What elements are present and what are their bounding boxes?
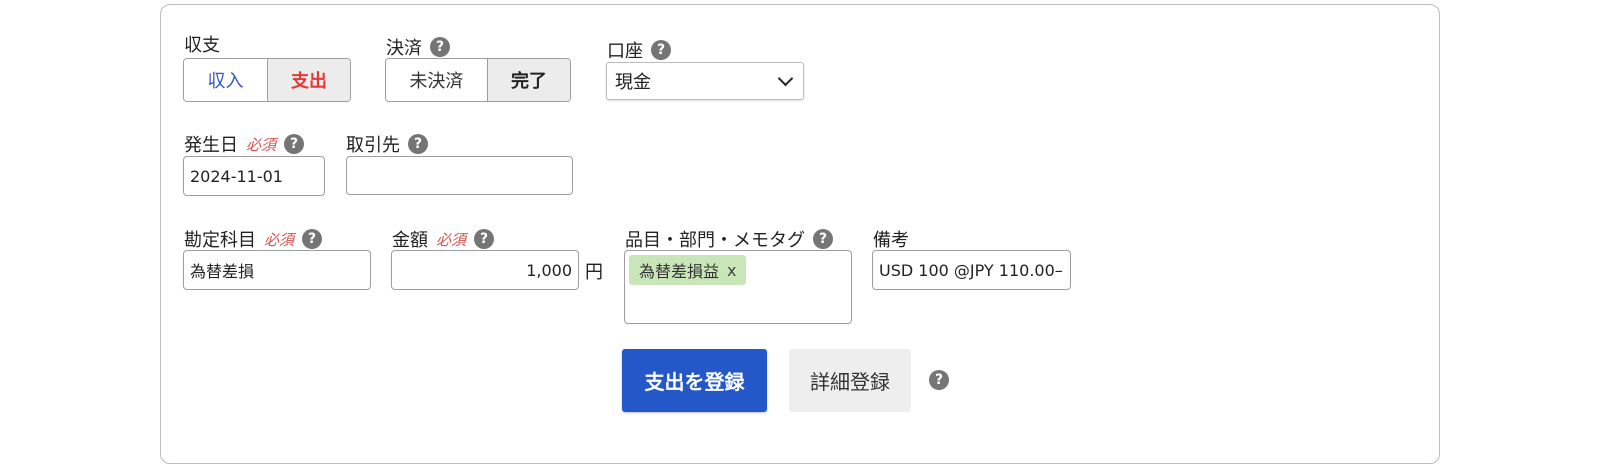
account-item-value: 為替差損	[190, 262, 255, 281]
chevron-down-icon	[777, 70, 794, 86]
unsettled-option[interactable]: 未決済	[386, 59, 487, 101]
detail-register-button[interactable]: 詳細登録	[789, 349, 911, 412]
amount-unit: 円	[585, 258, 603, 284]
tags-input[interactable]: 為替差損益 x	[624, 250, 852, 324]
help-icon[interactable]: ?	[651, 40, 671, 60]
required-badge: 必須	[436, 230, 467, 249]
amount-label: 金額 必須 ?	[392, 226, 495, 252]
expense-option[interactable]: 支出	[267, 59, 350, 101]
type-toggle: 収入 支出	[183, 58, 351, 102]
account-label: 口座 ?	[607, 37, 671, 63]
partner-label: 取引先 ?	[346, 131, 428, 157]
income-option[interactable]: 収入	[184, 59, 267, 101]
date-label-text: 発生日	[184, 135, 238, 156]
register-expense-button[interactable]: 支出を登録	[622, 349, 767, 412]
amount-label-text: 金額	[392, 230, 428, 251]
tags-label: 品目・部門・メモタグ ?	[625, 226, 833, 252]
help-icon[interactable]: ?	[929, 370, 949, 390]
type-label-text: 収支	[184, 35, 220, 56]
type-label: 収支	[184, 31, 220, 57]
partner-input[interactable]	[346, 156, 573, 195]
settlement-label: 決済 ?	[386, 34, 450, 60]
help-icon[interactable]: ?	[430, 37, 450, 57]
help-icon[interactable]: ?	[474, 229, 495, 249]
note-label: 備考	[873, 226, 909, 252]
tags-label-text: 品目・部門・メモタグ	[625, 230, 805, 251]
note-input-value: USD 100 @JPY 110.00–	[879, 260, 1063, 280]
help-icon[interactable]: ?	[813, 229, 833, 249]
help-icon[interactable]: ?	[408, 134, 428, 154]
account-item-label: 勘定科目 必須 ?	[184, 226, 323, 252]
amount-input[interactable]: 1,000	[391, 250, 579, 290]
account-label-text: 口座	[607, 41, 643, 62]
amount-unit-text: 円	[585, 262, 603, 283]
settlement-toggle: 未決済 完了	[385, 58, 571, 102]
close-icon[interactable]: x	[727, 261, 736, 280]
settled-option[interactable]: 完了	[486, 59, 570, 101]
date-input[interactable]: 2024-11-01	[183, 156, 325, 196]
date-input-value: 2024-11-01	[190, 166, 283, 186]
required-badge: 必須	[246, 135, 277, 154]
partner-label-text: 取引先	[346, 135, 400, 156]
settlement-label-text: 決済	[386, 38, 422, 59]
note-label-text: 備考	[873, 230, 909, 251]
tag-chip: 為替差損益 x	[629, 255, 747, 285]
required-badge: 必須	[264, 230, 295, 249]
account-item-label-text: 勘定科目	[184, 230, 256, 251]
note-input[interactable]: USD 100 @JPY 110.00–	[872, 250, 1071, 290]
help-icon[interactable]: ?	[284, 134, 305, 154]
tag-chip-label: 為替差損益	[639, 262, 720, 281]
help-icon[interactable]: ?	[302, 229, 323, 249]
amount-input-value: 1,000	[526, 260, 572, 280]
account-item-input[interactable]: 為替差損	[183, 250, 371, 290]
account-select[interactable]: 現金	[606, 62, 804, 100]
account-select-value: 現金	[615, 72, 651, 93]
date-label: 発生日 必須 ?	[184, 131, 305, 157]
